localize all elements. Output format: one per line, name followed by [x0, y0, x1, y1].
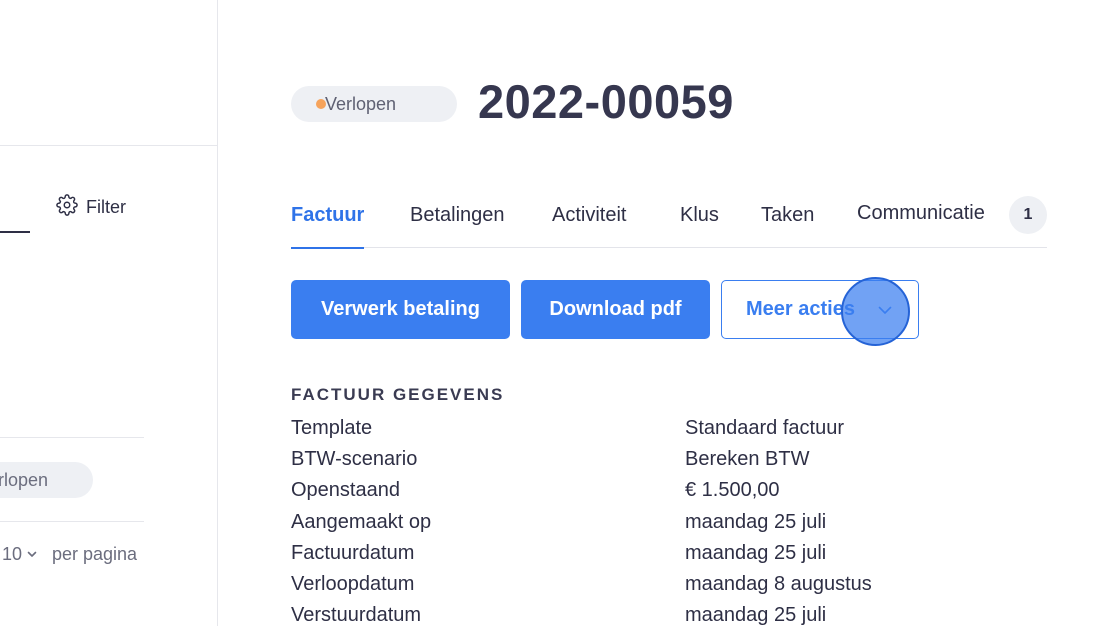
status-badge: Verlopen: [291, 86, 457, 122]
invoice-details: Template Standaard factuur BTW-scenario …: [291, 414, 1051, 626]
detail-label: Aangemaakt op: [291, 510, 432, 533]
detail-label: Template: [291, 417, 373, 439]
detail-value: maandag 25 juli: [685, 604, 827, 626]
process-payment-button[interactable]: Verwerk betaling: [291, 280, 510, 339]
tab-activiteit[interactable]: Activiteit: [552, 196, 626, 248]
filter-label: Filter: [86, 197, 126, 217]
page-size-select[interactable]: 10: [2, 544, 38, 565]
detail-row: BTW-scenario Bereken BTW: [291, 445, 1051, 476]
detail-row: Verloopdatum maandag 8 augustus: [291, 570, 1051, 601]
status-label: Verlopen: [325, 93, 397, 114]
more-actions-button[interactable]: Meer acties: [721, 280, 919, 339]
page-title: 2022-00059: [478, 75, 734, 128]
detail-row: Factuurdatum maandag 25 juli: [291, 539, 1051, 570]
per-page-label: per pagina: [52, 544, 138, 564]
tab-taken[interactable]: Taken: [761, 196, 814, 248]
more-actions-label: Meer acties: [746, 298, 855, 320]
detail-label: BTW-scenario: [291, 448, 418, 471]
detail-value: Bereken BTW: [685, 448, 810, 471]
detail-value: € 1.500,00: [685, 479, 780, 502]
detail-value: maandag 25 juli: [685, 510, 827, 533]
gear-icon: [56, 194, 78, 221]
tab-bar: Factuur Betalingen Activiteit Klus Taken…: [291, 194, 1047, 249]
detail-row: Verstuurdatum maandag 25 juli: [291, 601, 1051, 626]
detail-label: Verloopdatum: [291, 572, 415, 595]
detail-label: Factuurdatum: [291, 541, 415, 564]
divider: [0, 437, 144, 438]
detail-value: maandag 25 juli: [685, 541, 827, 564]
detail-row: Template Standaard factuur: [291, 414, 1051, 445]
download-pdf-button[interactable]: Download pdf: [521, 280, 710, 339]
detail-value: maandag 8 augustus: [685, 572, 872, 595]
detail-row: Aangemaakt op maandag 25 juli: [291, 508, 1051, 539]
divider: [0, 145, 218, 146]
tab-factuur[interactable]: Factuur: [291, 196, 365, 249]
divider: [0, 521, 144, 522]
tab-count-badge: 1: [1009, 196, 1047, 234]
tab-communicatie[interactable]: Communicatie: [857, 194, 985, 246]
left-panel: Filter rlopen 10 per pagina: [0, 0, 218, 626]
chevron-down-icon: [26, 544, 38, 565]
detail-label: Verstuurdatum: [291, 604, 422, 626]
detail-label: Openstaand: [291, 479, 400, 502]
status-chip[interactable]: rlopen: [0, 462, 93, 498]
status-dot: [316, 99, 326, 109]
detail-value: Standaard factuur: [685, 417, 844, 439]
search-input-underline[interactable]: [0, 231, 30, 233]
chevron-down-icon: [876, 301, 894, 325]
tab-klus[interactable]: Klus: [680, 196, 719, 248]
filter-button[interactable]: Filter: [56, 194, 126, 221]
page-size-value: 10: [2, 544, 23, 564]
tab-betalingen[interactable]: Betalingen: [410, 196, 505, 248]
detail-row: Openstaand € 1.500,00: [291, 476, 1051, 507]
section-title: FACTUUR GEGEVENS: [291, 385, 505, 404]
